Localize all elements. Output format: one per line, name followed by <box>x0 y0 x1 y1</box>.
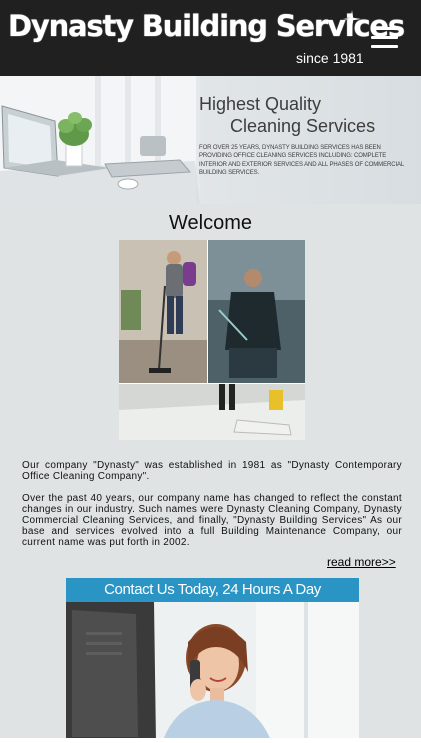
read-more-link[interactable]: read more>> <box>327 555 396 569</box>
banner-description: For over 25 years, Dynasty Building Serv… <box>199 145 404 176</box>
site-tagline: since 1981 <box>296 50 364 66</box>
site-header: Dynasty Building Services since 1981 <box>0 0 421 76</box>
welcome-paragraph-1: Our company "Dynasty" was established in… <box>22 460 402 482</box>
banner-headline-line1: Highest Quality <box>199 94 322 114</box>
contact-banner-heading[interactable]: Contact Us Today, 24 Hours A Day <box>66 578 359 602</box>
welcome-heading: Welcome <box>169 212 252 234</box>
hero-banner: Highest Quality Cleaning Services For ov… <box>0 76 421 204</box>
hamburger-menu-icon[interactable] <box>371 27 398 48</box>
contact-banner[interactable]: Contact Us Today, 24 Hours A Day <box>66 578 359 743</box>
welcome-paragraph-2: Over the past 40 years, our company name… <box>22 493 402 548</box>
cleaning-staff-photo <box>119 240 305 440</box>
banner-headline-line2: Cleaning Services <box>230 116 376 136</box>
sparkle-icon <box>343 10 361 28</box>
footer-strip <box>0 738 421 743</box>
banner-headline: Highest Quality Cleaning Services <box>199 93 375 137</box>
page: Dynasty Building Services since 1981 Hig… <box>0 0 421 743</box>
customer-service-woman-image <box>66 602 359 743</box>
